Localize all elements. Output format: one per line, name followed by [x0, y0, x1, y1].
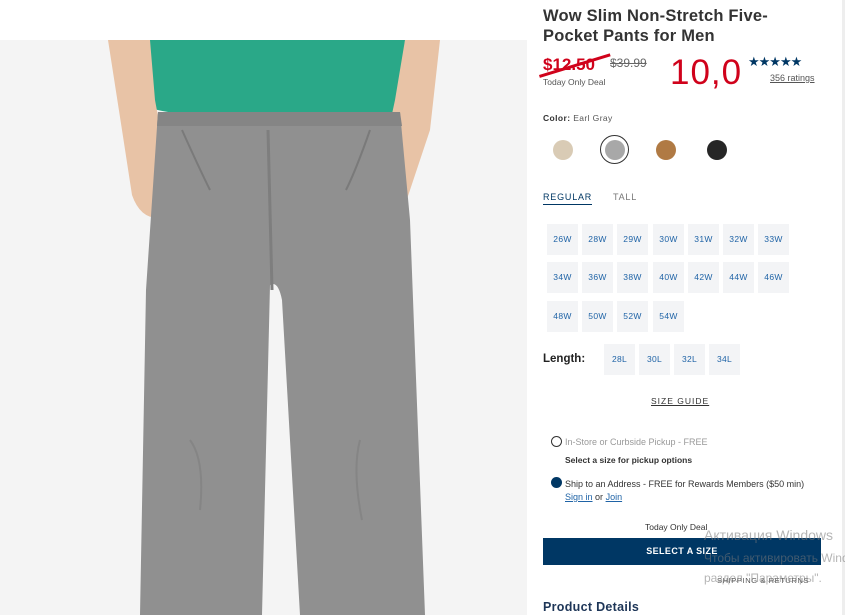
product-info-panel: Wow Slim Non-Stretch Five-Pocket Pants f… [539, 0, 845, 615]
size-button[interactable]: 28W [582, 224, 613, 255]
overlay-number: 10,0 [670, 53, 743, 92]
cta-deal-label: Today Only Deal [645, 522, 708, 532]
size-button[interactable]: 52W [617, 301, 648, 332]
size-button[interactable]: 40W [653, 262, 684, 293]
size-button[interactable]: 50W [582, 301, 613, 332]
length-button[interactable]: 34L [709, 344, 740, 375]
swatch-khaki[interactable] [553, 140, 573, 160]
size-button[interactable]: 34W [547, 262, 578, 293]
size-button[interactable]: 32W [723, 224, 754, 255]
activation-watermark-line: Чтобы активировать Windows, [704, 551, 845, 565]
tab-tall[interactable]: TALL [613, 192, 637, 202]
activation-watermark-line: раздел "Параметры". [704, 571, 822, 585]
deal-label: Today Only Deal [543, 77, 606, 87]
size-button[interactable]: 31W [688, 224, 719, 255]
ship-option-text: Ship to an Address - FREE for Rewards Me… [565, 479, 805, 489]
ship-radio[interactable] [551, 477, 562, 488]
tab-regular[interactable]: REGULAR [543, 192, 593, 205]
pickup-radio[interactable] [551, 436, 562, 447]
length-label: Length: [543, 353, 586, 365]
pickup-option-label: In-Store or Curbside Pickup - FREE [565, 437, 708, 447]
selected-color: Earl Gray [573, 113, 613, 123]
size-button[interactable]: 44W [723, 262, 754, 293]
price-row: $12.50 $39.99 Today Only Deal 10,0 ★★★★★… [539, 53, 843, 95]
size-button[interactable]: 54W [653, 301, 684, 332]
size-button[interactable]: 30W [653, 224, 684, 255]
size-button[interactable]: 48W [547, 301, 578, 332]
pickup-hint: Select a size for pickup options [565, 455, 693, 465]
swatch-brown[interactable] [656, 140, 676, 160]
swatch-black[interactable] [707, 140, 727, 160]
size-button[interactable]: 29W [617, 224, 648, 255]
join-link[interactable]: Join [606, 492, 623, 502]
swatch-earl-gray[interactable] [604, 140, 625, 160]
length-button[interactable]: 30L [639, 344, 670, 375]
product-details-heading[interactable]: Product Details [543, 600, 639, 614]
or-text: or [595, 492, 604, 502]
length-button[interactable]: 28L [604, 344, 635, 375]
color-label-prefix: Color: [543, 113, 571, 123]
size-button[interactable]: 36W [582, 262, 613, 293]
pants-illustration [0, 40, 527, 615]
size-button[interactable]: 26W [547, 224, 578, 255]
ratings-link[interactable]: 356 ratings [770, 73, 815, 83]
ship-option-label: Ship to an Address - FREE for Rewards Me… [565, 478, 823, 504]
original-price: $39.99 [610, 56, 647, 70]
color-label: Color: Earl Gray [543, 113, 613, 123]
length-button[interactable]: 32L [674, 344, 705, 375]
activation-watermark-title: Активация Windows [704, 527, 834, 543]
rating-stars-icon: ★★★★★ [748, 54, 802, 69]
product-title: Wow Slim Non-Stretch Five-Pocket Pants f… [543, 7, 768, 45]
size-button[interactable]: 38W [617, 262, 648, 293]
sign-in-link[interactable]: Sign in [565, 492, 593, 502]
product-image [0, 40, 527, 615]
size-button[interactable]: 33W [758, 224, 789, 255]
size-guide-link[interactable]: SIZE GUIDE [651, 396, 709, 406]
size-button[interactable]: 42W [688, 262, 719, 293]
size-button[interactable]: 46W [758, 262, 789, 293]
